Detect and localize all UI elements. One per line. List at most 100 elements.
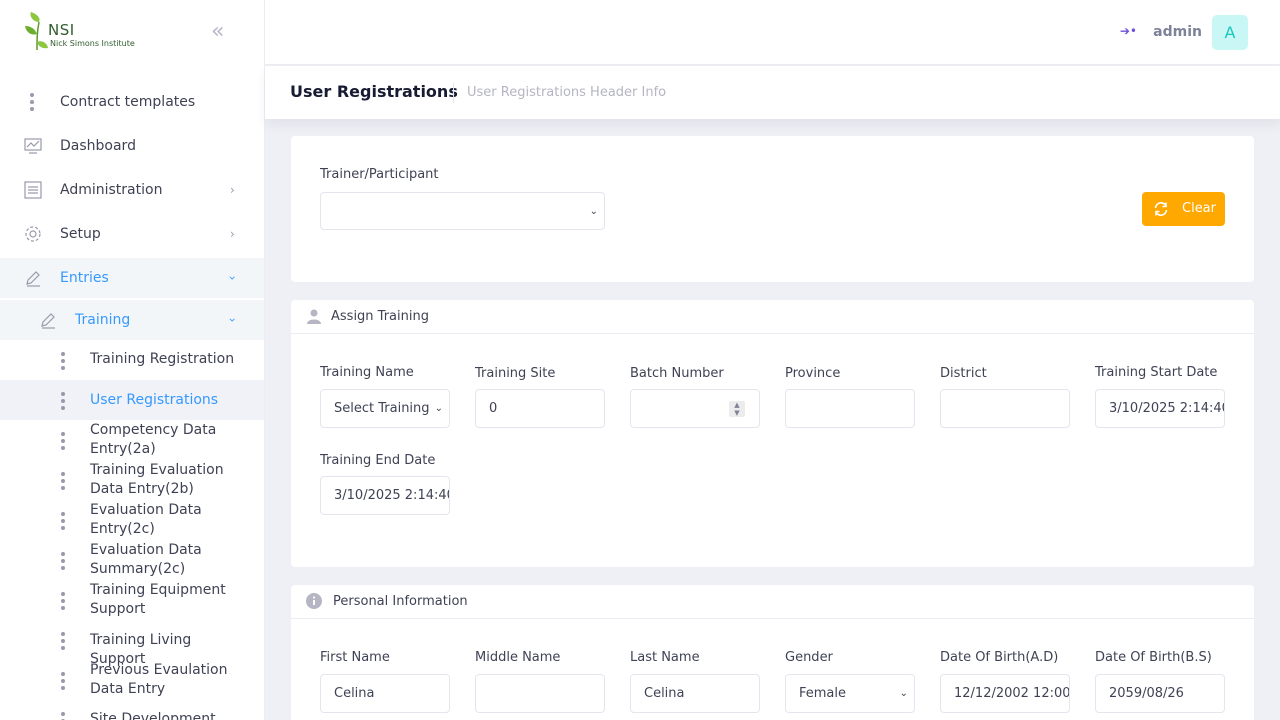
- dob-bs-label: Date Of Birth(B.S): [1095, 650, 1212, 665]
- dots-icon: [24, 93, 42, 111]
- sidebar-item-entries[interactable]: Entries ›: [0, 258, 264, 298]
- sidebar-item-label: Setup: [60, 226, 101, 242]
- avatar[interactable]: A: [1212, 15, 1248, 50]
- sidebar-item-label: Training Evaluation Data Entry(2b): [90, 462, 224, 497]
- sidebar-item-label: Entries: [60, 270, 109, 286]
- assign-training-title: Assign Training: [331, 309, 429, 324]
- sidebar-item-dashboard[interactable]: Dashboard: [0, 126, 264, 166]
- personal-information-title: Personal Information: [333, 594, 468, 609]
- training-site-input[interactable]: 0: [475, 389, 605, 428]
- chevron-down-icon: ⌄: [432, 403, 443, 414]
- gender-label: Gender: [785, 650, 833, 665]
- district-input[interactable]: [940, 389, 1070, 428]
- sidebar-item-evaluation-summary[interactable]: Evaluation Data Summary(2c): [0, 540, 264, 580]
- batch-number-input[interactable]: ▲ ▼: [630, 389, 760, 428]
- sidebar-item-evaluation-entry[interactable]: Evaluation Data Entry(2c): [0, 500, 264, 540]
- dob-ad-label: Date Of Birth(A.D): [940, 650, 1059, 665]
- chevron-down-icon: ›: [225, 275, 240, 281]
- divider: [453, 83, 454, 103]
- user-icon: [306, 308, 322, 324]
- top-header: ➔• admin A: [265, 0, 1280, 65]
- collapse-sidebar-icon[interactable]: «: [211, 21, 233, 44]
- logo-name: Nick Simons Institute: [50, 39, 135, 48]
- dob-bs-input[interactable]: 2059/08/26: [1095, 674, 1225, 713]
- training-name-select[interactable]: Select Training ⌄: [320, 389, 450, 428]
- sidebar-item-administration[interactable]: Administration ›: [0, 170, 264, 210]
- last-name-input[interactable]: Celina: [630, 674, 760, 713]
- personal-information-card: Personal Information First Name Celina M…: [291, 585, 1254, 720]
- number-spinner-icon[interactable]: ▲ ▼: [729, 401, 745, 417]
- sidebar-item-training-registration[interactable]: Training Registration: [0, 340, 264, 380]
- dots-icon: [61, 472, 65, 490]
- sidebar-item-training[interactable]: Training ›: [0, 300, 264, 340]
- sidebar-item-user-registrations[interactable]: User Registrations: [0, 380, 264, 420]
- first-name-input[interactable]: Celina: [320, 674, 450, 713]
- sidebar-item-contract-templates[interactable]: Contract templates: [0, 82, 264, 122]
- nsi-logo[interactable]: NSI Nick Simons Institute: [25, 12, 145, 54]
- chevron-right-icon: ›: [230, 183, 235, 197]
- sidebar-item-label: Previous Evaulation Data Entry: [90, 662, 228, 697]
- sidebar-item-setup[interactable]: Setup ›: [0, 214, 264, 254]
- training-site-value: 0: [489, 401, 498, 416]
- batch-number-label: Batch Number: [630, 366, 724, 381]
- training-end-date-input[interactable]: 3/10/2025 2:14:40: [320, 476, 450, 515]
- training-name-label: Training Name: [320, 365, 414, 380]
- training-start-date-label: Training Start Date: [1095, 365, 1218, 380]
- dots-icon: [61, 672, 65, 690]
- dots-icon: [61, 392, 65, 410]
- training-start-date-input[interactable]: 3/10/2025 2:14:40: [1095, 389, 1225, 428]
- refresh-icon: [1153, 201, 1169, 217]
- chevron-right-icon: ›: [230, 227, 235, 241]
- chevron-down-icon: ⌄: [589, 206, 598, 217]
- arrows-icon[interactable]: ➔•: [1120, 24, 1137, 38]
- middle-name-input[interactable]: [475, 674, 605, 713]
- sidebar-item-previous-evaluation[interactable]: Previous Evaulation Data Entry: [0, 660, 264, 700]
- clear-button[interactable]: Clear: [1142, 192, 1225, 226]
- administration-icon: [24, 181, 42, 199]
- dob-ad-value: 12/12/2002 12:00:0: [954, 686, 1070, 701]
- assign-training-card: Assign Training Training Name Select Tra…: [291, 300, 1254, 567]
- sidebar-item-label: Evaluation Data Entry(2c): [90, 502, 202, 537]
- pencil-icon: [24, 269, 42, 287]
- sidebar-item-competency[interactable]: Competency Data Entry(2a): [0, 420, 264, 460]
- sidebar-item-living-support[interactable]: Training Living Support: [0, 620, 264, 667]
- dob-ad-input[interactable]: 12/12/2002 12:00:0: [940, 674, 1070, 713]
- dob-bs-value: 2059/08/26: [1109, 686, 1184, 701]
- province-label: Province: [785, 366, 841, 381]
- last-name-value: Celina: [644, 686, 685, 701]
- sidebar-item-label: Administration: [60, 182, 163, 198]
- dots-icon: [61, 592, 65, 610]
- gear-icon: [24, 225, 42, 243]
- filter-card: Trainer/Participant ⌄ Clear: [291, 136, 1254, 282]
- gender-select[interactable]: Female ⌄: [785, 674, 915, 713]
- sidebar-item-label: Training: [75, 312, 131, 328]
- dots-icon: [61, 352, 65, 370]
- chevron-down-icon: ›: [225, 317, 240, 323]
- sidebar-item-equipment-support[interactable]: Training Equipment Support: [0, 580, 264, 620]
- dots-icon: [61, 432, 65, 450]
- pencil-icon: [39, 311, 57, 329]
- dots-icon: [61, 632, 65, 650]
- training-end-date-value: 3/10/2025 2:14:40: [334, 488, 450, 503]
- dots-icon: [61, 712, 65, 720]
- first-name-value: Celina: [334, 686, 375, 701]
- username[interactable]: admin: [1153, 24, 1202, 40]
- trainer-participant-label: Trainer/Participant: [320, 167, 439, 182]
- province-input[interactable]: [785, 389, 915, 428]
- last-name-label: Last Name: [630, 650, 700, 665]
- first-name-label: First Name: [320, 650, 390, 665]
- trainer-participant-select[interactable]: ⌄: [320, 192, 605, 230]
- sidebar-item-site-development[interactable]: Site Development: [0, 700, 264, 720]
- assign-training-header: Assign Training: [291, 300, 1254, 334]
- sidebar-item-training-evaluation[interactable]: Training Evaluation Data Entry(2b): [0, 460, 264, 500]
- sidebar: NSI Nick Simons Institute « Contract tem…: [0, 0, 265, 720]
- sidebar-item-label: Contract templates: [60, 94, 196, 110]
- sidebar-item-label: Site Development: [90, 711, 216, 720]
- clear-button-label: Clear: [1182, 201, 1216, 216]
- chevron-down-icon: ⌄: [899, 688, 908, 699]
- leaf-logo-icon: [25, 12, 48, 51]
- training-end-date-label: Training End Date: [320, 453, 436, 468]
- sidebar-item-label: Competency Data Entry(2a): [90, 422, 217, 457]
- training-site-label: Training Site: [475, 366, 556, 381]
- training-start-date-value: 3/10/2025 2:14:40: [1109, 401, 1225, 416]
